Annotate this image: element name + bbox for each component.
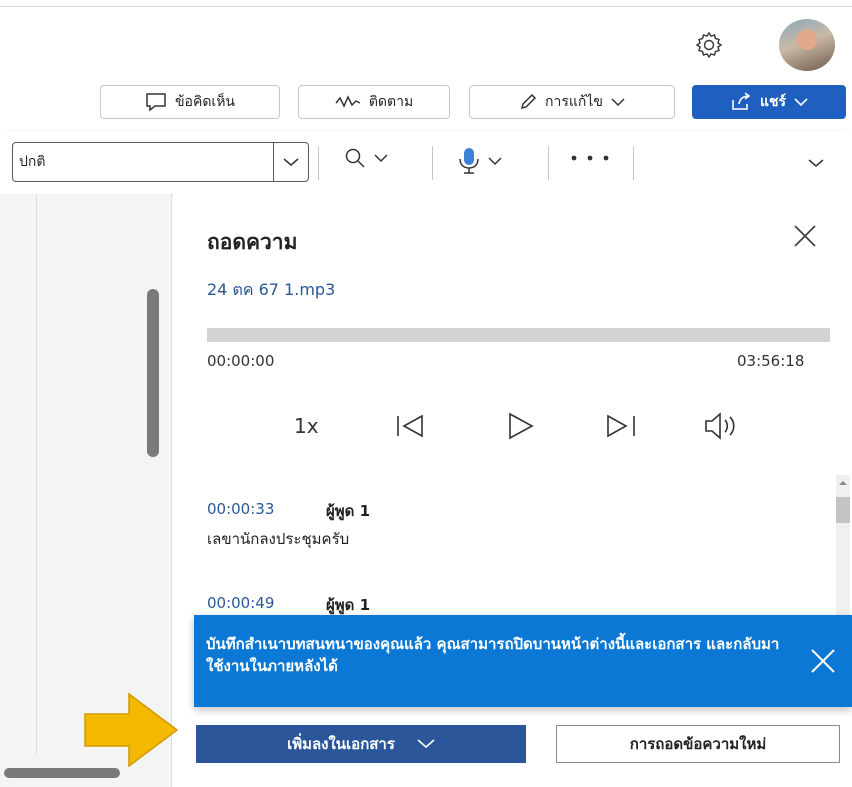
comment-icon [146, 93, 166, 112]
search-button[interactable] [344, 147, 388, 169]
track-label: ติดตาม [368, 94, 414, 110]
annotation-arrow [84, 692, 179, 768]
toolbar-separator [432, 146, 433, 180]
scroll-up-icon[interactable] [838, 478, 848, 488]
track-changes-button[interactable]: ติดตาม [298, 85, 450, 119]
page-margin-line [36, 194, 37, 754]
dictate-button[interactable] [458, 147, 502, 175]
add-to-document-button[interactable]: เพิ่มลงในเอกสาร [196, 725, 526, 763]
new-transcription-label: การถอดข้อความใหม่ [629, 735, 767, 753]
skip-back-icon[interactable] [392, 408, 432, 444]
playback-speed-button[interactable]: 1x [294, 414, 319, 438]
chevron-down-icon [794, 98, 808, 107]
play-icon[interactable] [502, 408, 542, 444]
more-icon [571, 155, 609, 161]
comments-button[interactable]: ข้อคิดเห็น [100, 85, 280, 119]
close-icon[interactable] [807, 645, 839, 677]
chevron-down-icon [283, 158, 299, 166]
pencil-icon [520, 93, 537, 110]
skip-forward-icon[interactable] [600, 408, 640, 444]
entry-text: เลขานักลงประชุมครับ [207, 530, 350, 548]
entry-speaker: ผู้พูด 1 [326, 502, 371, 520]
chevron-down-icon [374, 154, 388, 163]
chevron-down-icon [488, 157, 502, 166]
editing-label: การแก้ไข [545, 94, 603, 110]
toolbar-separator [318, 146, 319, 180]
playback-progress-bar[interactable] [207, 328, 830, 342]
track-changes-icon [335, 95, 361, 108]
style-select[interactable]: ปกติ [12, 142, 274, 182]
share-icon [732, 92, 751, 110]
notification-message: บันทึกสำเนาบทสนทนาของคุณแล้ว คุณสามารถปิ… [206, 635, 780, 675]
editing-button[interactable]: การแก้ไข [469, 85, 675, 119]
panel-title: ถอดความ [207, 230, 298, 254]
style-dropdown-button[interactable] [273, 142, 309, 182]
expand-ribbon-button[interactable] [808, 158, 824, 168]
search-icon [345, 148, 365, 168]
time-start: 00:00:00 [207, 352, 275, 370]
gear-icon[interactable] [694, 30, 724, 60]
entry-speaker: ผู้พูด 1 [326, 596, 371, 614]
formatting-toolbar: ปกติ [0, 132, 852, 194]
chevron-down-icon [808, 159, 824, 167]
toolbar-separator [548, 146, 549, 180]
save-notification: บันทึกสำเนาบทสนทนาของคุณแล้ว คุณสามารถปิ… [194, 615, 852, 707]
entry-timestamp[interactable]: 00:00:49 [207, 594, 274, 612]
share-button[interactable]: แชร์ [692, 85, 846, 119]
time-end: 03:56:18 [737, 352, 805, 370]
entry-timestamp[interactable]: 00:00:33 [207, 500, 274, 518]
avatar[interactable] [779, 19, 835, 71]
new-transcription-button[interactable]: การถอดข้อความใหม่ [556, 725, 840, 763]
vertical-scrollbar[interactable] [147, 289, 159, 457]
style-value: ปกติ [19, 154, 46, 170]
more-options-button[interactable] [570, 154, 610, 162]
chevron-down-icon [417, 739, 435, 749]
volume-icon[interactable] [702, 408, 742, 444]
close-icon[interactable] [788, 222, 822, 252]
audio-file-name: 24 ตค 67 1.mp3 [207, 280, 336, 299]
transcript-scroll-thumb[interactable] [836, 497, 850, 523]
microphone-icon [459, 148, 479, 174]
add-to-document-label: เพิ่มลงในเอกสาร [287, 735, 395, 753]
toolbar-separator [633, 146, 634, 180]
window-top-edge [0, 0, 852, 7]
horizontal-scrollbar[interactable] [4, 768, 120, 778]
comments-label: ข้อคิดเห็น [174, 94, 236, 110]
chevron-down-icon [611, 98, 625, 107]
share-label: แชร์ [759, 94, 787, 110]
